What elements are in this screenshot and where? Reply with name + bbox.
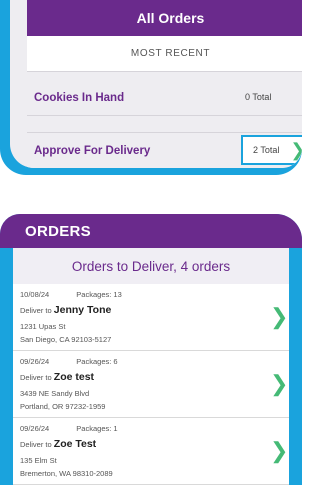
- approve-total-button[interactable]: 2 Total ❯: [241, 135, 302, 165]
- deliver-to-label: Deliver to: [20, 306, 52, 315]
- summary-card: All Orders MOST RECENT Cookies In Hand 0…: [10, 0, 302, 168]
- deliver-to-label: Deliver to: [20, 373, 52, 382]
- order-city: San Diego, CA 92103-5127: [20, 335, 112, 344]
- order-date: 09/26/24: [20, 424, 50, 433]
- deliver-to-label: Deliver to: [20, 440, 52, 449]
- orders-card: ORDERS Orders to Deliver, 4 orders 10/08…: [0, 214, 302, 485]
- recipient-name: Zoe test: [53, 371, 95, 383]
- orders-header: ORDERS: [0, 214, 302, 248]
- orders-list: 10/08/24 Packages: 13 Deliver to Jenny T…: [13, 284, 289, 485]
- order-street: 1231 Upas St: [20, 322, 66, 331]
- order-street: 135 Elm St: [20, 456, 57, 465]
- summary-subtitle: MOST RECENT: [27, 36, 302, 72]
- order-row[interactable]: 10/08/24 Packages: 13 Deliver to Jenny T…: [13, 284, 289, 351]
- order-packages: Packages: 6: [76, 357, 118, 366]
- summary-row-total: 0 Total: [245, 92, 272, 102]
- order-city: Bremerton, WA 98310-2089: [20, 469, 113, 478]
- summary-row-approve-for-delivery[interactable]: Approve For Delivery 2 Total ❯: [27, 132, 302, 168]
- order-row[interactable]: 09/26/24 Packages: 6 Deliver to Zoe test…: [13, 351, 289, 418]
- order-packages: Packages: 13: [76, 290, 122, 299]
- summary-row-label: Cookies In Hand: [34, 91, 125, 104]
- order-city: Portland, OR 97232-1959: [20, 402, 106, 411]
- recipient-name: Zoe Test: [53, 438, 97, 450]
- summary-row-cookies-in-hand[interactable]: Cookies In Hand 0 Total: [27, 80, 302, 116]
- chevron-right-icon[interactable]: ❯: [270, 373, 288, 395]
- chevron-right-icon[interactable]: ❯: [270, 306, 288, 328]
- chevron-right-icon[interactable]: ❯: [290, 141, 302, 159]
- recipient-name: Jenny Tone: [53, 304, 112, 316]
- orders-subheader: Orders to Deliver, 4 orders: [13, 248, 289, 284]
- order-packages: Packages: 1: [76, 424, 118, 433]
- order-date: 10/08/24: [20, 290, 50, 299]
- summary-row-total: 2 Total: [253, 145, 280, 155]
- chevron-right-icon[interactable]: ❯: [270, 440, 288, 462]
- order-date: 09/26/24: [20, 357, 50, 366]
- summary-row-label: Approve For Delivery: [34, 144, 151, 157]
- summary-title: All Orders: [27, 0, 302, 36]
- order-street: 3439 NE Sandy Blvd: [20, 389, 90, 398]
- order-row[interactable]: 09/26/24 Packages: 1 Deliver to Zoe Test…: [13, 418, 289, 485]
